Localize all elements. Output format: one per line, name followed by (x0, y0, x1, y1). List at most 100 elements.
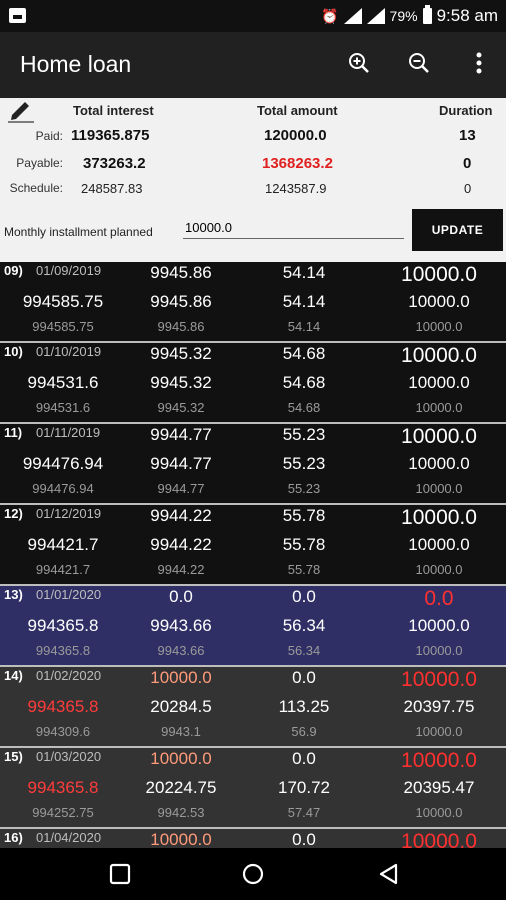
row-installment-payable: 10000.0 (408, 454, 470, 473)
row-schedule-principal: 9945.86 (157, 319, 205, 334)
row-schedule-principal: 9943.1 (161, 724, 201, 739)
row-installment-paid: 10000.0 (401, 668, 477, 691)
row-schedule-principal: 9942.53 (157, 805, 205, 820)
row-number: 14) (4, 668, 23, 683)
navigation-bar (0, 848, 506, 900)
payment-list[interactable]: 09) 01/09/2019 9945.86 54.14 10000.0 994… (0, 262, 506, 848)
row-principal-paid: 9944.77 (150, 425, 212, 444)
zoom-in-icon[interactable] (346, 50, 372, 76)
paid-amount: 120000.0 (264, 127, 327, 144)
row-installment-paid: 10000.0 (401, 749, 477, 772)
payment-row[interactable]: 16) 01/04/2020 10000.0 0.0 10000.0 (0, 829, 506, 848)
row-schedule-balance: 994421.7 (35, 562, 91, 577)
signal-icon (343, 8, 362, 24)
row-schedule-interest: 57.47 (287, 805, 321, 820)
paid-interest: 119365.875 (71, 127, 150, 144)
row-schedule-installment: 10000.0 (415, 400, 463, 415)
payment-row[interactable]: 12) 01/12/2019 9944.22 55.78 10000.0 994… (0, 505, 506, 586)
row-principal-paid: 10000.0 (150, 749, 212, 768)
row-interest-payable: 54.14 (282, 292, 326, 311)
row-schedule-interest: 54.14 (287, 319, 321, 334)
row-interest-payable: 113.25 (278, 697, 330, 716)
row-interest-paid: 0.0 (292, 830, 316, 848)
battery-icon (422, 5, 432, 24)
schedule-interest: 248587.83 (81, 181, 143, 196)
row-schedule-installment: 10000.0 (415, 319, 463, 334)
row-principal-payable: 9945.86 (150, 292, 212, 311)
back-icon[interactable] (376, 861, 402, 887)
row-schedule-interest: 55.23 (287, 481, 321, 496)
row-interest-payable: 56.34 (282, 616, 326, 635)
row-balance: 994476.94 (22, 454, 104, 473)
update-button[interactable]: UPDATE (412, 209, 503, 251)
payment-row[interactable]: 15) 01/03/2020 10000.0 0.0 10000.0 99436… (0, 748, 506, 829)
paid-label: Paid: (35, 129, 63, 143)
row-schedule-principal: 9944.77 (157, 481, 205, 496)
row-schedule-interest: 54.68 (287, 400, 321, 415)
row-schedule-balance: 994531.6 (35, 400, 91, 415)
monthly-installment-label: Monthly installment planned (4, 225, 153, 239)
row-number: 09) (4, 263, 23, 278)
row-interest-payable: 55.23 (282, 454, 326, 473)
row-principal-payable: 9945.32 (150, 373, 212, 392)
row-balance: 994531.6 (27, 373, 99, 392)
home-icon[interactable] (240, 861, 266, 887)
row-interest-payable: 55.78 (282, 535, 326, 554)
row-number: 12) (4, 506, 23, 521)
row-schedule-balance: 994252.75 (32, 805, 94, 820)
page-title: Home loan (20, 51, 132, 77)
row-schedule-installment: 10000.0 (415, 724, 463, 739)
payable-label: Payable: (16, 156, 63, 170)
row-schedule-installment: 10000.0 (415, 805, 463, 820)
row-schedule-balance: 994476.94 (32, 481, 94, 496)
payment-row[interactable]: 14) 01/02/2020 10000.0 0.0 10000.0 99436… (0, 667, 506, 748)
payable-interest: 373263.2 (83, 155, 146, 172)
row-principal-paid: 9944.22 (150, 506, 212, 525)
more-options-icon[interactable] (466, 50, 492, 76)
row-interest-paid: 54.68 (282, 344, 326, 363)
row-installment-payable: 10000.0 (408, 535, 470, 554)
schedule-duration: 0 (464, 181, 472, 196)
row-date: 01/12/2019 (36, 506, 102, 521)
recent-apps-icon[interactable] (107, 861, 133, 887)
row-schedule-balance: 994309.6 (35, 724, 91, 739)
payment-row[interactable]: 11) 01/11/2019 9944.77 55.23 10000.0 994… (0, 424, 506, 505)
row-installment-payable: 10000.0 (408, 616, 470, 635)
row-balance: 994585.75 (22, 292, 104, 311)
row-principal-payable: 20224.75 (145, 778, 217, 797)
payable-duration: 0 (463, 155, 472, 172)
clock: 9:58 am (436, 6, 498, 25)
row-schedule-installment: 10000.0 (415, 562, 463, 577)
edit-pencil-icon[interactable] (6, 98, 36, 124)
row-installment-payable: 20397.75 (403, 697, 475, 716)
row-schedule-principal: 9945.32 (157, 400, 205, 415)
payment-row[interactable]: 10) 01/10/2019 9945.32 54.68 10000.0 994… (0, 343, 506, 424)
row-balance: 994421.7 (27, 535, 99, 554)
row-balance: 994365.8 (27, 616, 99, 635)
row-principal-paid: 0.0 (169, 587, 193, 606)
row-principal-paid: 9945.32 (150, 344, 212, 363)
header-duration: Duration (439, 103, 493, 118)
monthly-installment-input[interactable] (183, 217, 404, 239)
row-schedule-balance: 994585.75 (32, 319, 94, 334)
row-date: 01/11/2019 (36, 425, 101, 440)
row-number: 10) (4, 344, 23, 359)
row-installment-paid: 0.0 (424, 587, 454, 610)
zoom-out-icon[interactable] (406, 50, 432, 76)
row-schedule-balance: 994365.8 (35, 643, 91, 658)
notification-icon (9, 8, 26, 23)
row-principal-payable: 9944.77 (150, 454, 212, 473)
row-principal-payable: 20284.5 (150, 697, 212, 716)
row-date: 01/01/2020 (36, 587, 102, 602)
row-interest-paid: 54.14 (282, 263, 326, 282)
payment-row[interactable]: 09) 01/09/2019 9945.86 54.14 10000.0 994… (0, 262, 506, 343)
row-date: 01/10/2019 (36, 344, 102, 359)
battery-level: 79% (389, 8, 418, 24)
schedule-label: Schedule: (9, 181, 63, 195)
row-balance: 994365.8 (27, 697, 99, 716)
header-total-amount: Total amount (257, 103, 338, 118)
row-schedule-installment: 10000.0 (415, 643, 463, 658)
row-date: 01/02/2020 (36, 668, 102, 683)
row-interest-payable: 54.68 (282, 373, 326, 392)
payment-row-current[interactable]: 13) 01/01/2020 0.0 0.0 0.0 994365.8 9943… (0, 586, 506, 667)
